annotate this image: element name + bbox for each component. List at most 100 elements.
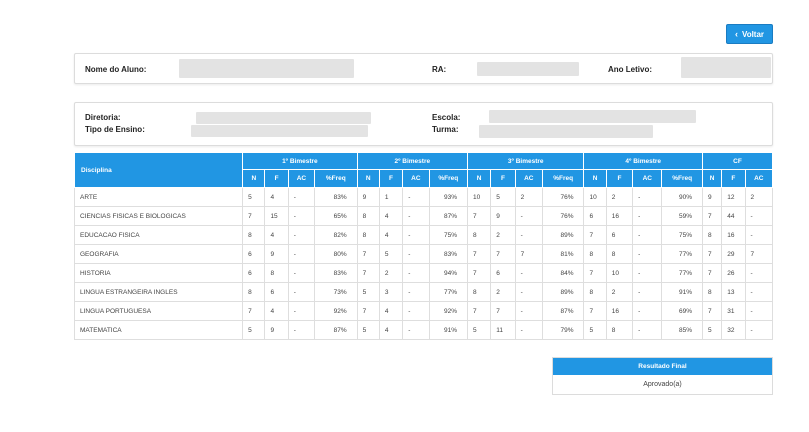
school-year-label: Ano Letivo: — [608, 65, 652, 74]
grade-cell: 77% — [428, 282, 469, 302]
subheader-cell: %Freq — [314, 169, 358, 188]
grade-cell: - — [632, 206, 663, 226]
subheader-cell: F — [605, 169, 634, 188]
subheader-cell: AC — [287, 169, 316, 188]
grade-cell: - — [632, 225, 663, 245]
grade-cell: 92% — [428, 301, 469, 321]
grade-cell: 7 — [490, 244, 516, 264]
grade-cell: 94% — [428, 263, 469, 283]
grade-cell: 7 — [744, 244, 774, 264]
subject-cell: GEOGRAFIA — [73, 244, 244, 264]
grade-cell: 7 — [242, 206, 266, 226]
grade-cell: 73% — [314, 282, 358, 302]
ra-value — [477, 62, 579, 76]
grade-cell: 87% — [428, 206, 469, 226]
grade-cell: - — [744, 206, 774, 226]
grade-cell: 89% — [541, 282, 585, 302]
grade-cell: - — [514, 320, 543, 340]
final-result-value: Aprovado(a) — [643, 381, 682, 388]
grade-cell: 6 — [264, 282, 289, 302]
grade-cell: 8 — [264, 263, 289, 283]
grade-cell: - — [402, 263, 430, 283]
student-name-value — [179, 59, 354, 78]
grade-cell: 7 — [356, 263, 380, 283]
grade-cell: 84% — [541, 263, 585, 283]
subject-cell: HISTORIA — [73, 263, 244, 283]
grade-cell: 7 — [356, 244, 380, 264]
grade-cell: 4 — [378, 206, 404, 226]
grade-cell: - — [402, 225, 430, 245]
subheader-cell: N — [242, 169, 266, 188]
grade-cell: 83% — [314, 263, 358, 283]
grade-cell: 4 — [264, 187, 289, 207]
group-header: 3º Bimestre — [466, 152, 585, 170]
grade-cell: 26 — [721, 263, 746, 283]
grade-cell: 5 — [356, 282, 380, 302]
grade-cell: 2 — [605, 282, 634, 302]
grade-cell: 8 — [583, 282, 607, 302]
grade-cell: 7 — [466, 263, 492, 283]
grade-cell: 7 — [583, 301, 607, 321]
grade-cell: 80% — [314, 244, 358, 264]
grade-cell: 12 — [721, 187, 746, 207]
grade-cell: 29 — [721, 244, 746, 264]
grade-cell: 5 — [583, 320, 607, 340]
grade-cell: 7 — [490, 301, 516, 321]
grade-cell: 69% — [661, 301, 703, 321]
grade-cell: 7 — [466, 301, 492, 321]
grade-cell: 7 — [701, 244, 723, 264]
grade-cell: 16 — [605, 301, 634, 321]
grade-cell: 2 — [514, 187, 543, 207]
grade-cell: 8 — [605, 320, 634, 340]
subject-cell: EDUCACAO FISICA — [73, 225, 244, 245]
grade-cell: 13 — [721, 282, 746, 302]
grade-cell: - — [632, 244, 663, 264]
grade-cell: 4 — [378, 320, 404, 340]
grade-cell: 4 — [378, 225, 404, 245]
grade-cell: 6 — [242, 263, 266, 283]
grade-cell: - — [632, 320, 663, 340]
grade-cell: 9 — [490, 206, 516, 226]
table-row: MATEMATICA 5 9-87% 5 4-91% 5 11-79% 5 8-85% 5 32- — [73, 320, 774, 340]
grade-cell: 16 — [721, 225, 746, 245]
grade-cell: 7 — [466, 206, 492, 226]
back-button-label: Voltar — [741, 29, 765, 39]
grade-cell: - — [287, 187, 316, 207]
final-result-box: Resultado Final Aprovado(a) — [552, 357, 773, 395]
subheader-cell: N — [356, 169, 380, 188]
grade-cell: - — [287, 244, 316, 264]
grade-cell: 7 — [701, 263, 723, 283]
grade-cell: 9 — [701, 187, 723, 207]
back-button[interactable]: ‹ Voltar — [726, 24, 773, 44]
grade-cell: 3 — [378, 282, 404, 302]
grade-cell: - — [514, 301, 543, 321]
grade-cell: - — [514, 225, 543, 245]
grade-cell: 5 — [356, 320, 380, 340]
grade-cell: 8 — [242, 282, 266, 302]
group-header: 4º Bimestre — [583, 152, 703, 170]
grade-cell: 8 — [583, 244, 607, 264]
grade-cell: - — [744, 225, 774, 245]
grade-cell: - — [287, 206, 316, 226]
grade-cell: 7 — [242, 301, 266, 321]
grade-cell: 6 — [242, 244, 266, 264]
grade-cell: 8 — [605, 244, 634, 264]
grade-cell: 10 — [605, 263, 634, 283]
directorate-label: Diretoria: — [85, 113, 121, 122]
final-result-header: Resultado Final — [553, 358, 772, 375]
grade-cell: 75% — [428, 225, 469, 245]
student-name-label: Nome do Aluno: — [85, 65, 147, 74]
grade-cell: 89% — [541, 225, 585, 245]
school-info-card: Diretoria: Tipo de Ensino: Escola: Turma… — [74, 102, 773, 146]
grade-cell: - — [287, 301, 316, 321]
subheader-cell: AC — [514, 169, 543, 188]
grade-cell: 2 — [378, 263, 404, 283]
grade-cell: 10 — [466, 187, 492, 207]
grade-cell: 59% — [661, 206, 703, 226]
grade-cell: 15 — [264, 206, 289, 226]
table-row: LINGUA PORTUGUESA 7 4-92% 7 4-92% 7 7-87% 7 16-6… — [73, 301, 774, 321]
teaching-type-label: Tipo de Ensino: — [85, 125, 145, 134]
grade-cell: 8 — [242, 225, 266, 245]
grade-cell: 6 — [583, 206, 607, 226]
subheader-cell: AC — [744, 169, 774, 188]
